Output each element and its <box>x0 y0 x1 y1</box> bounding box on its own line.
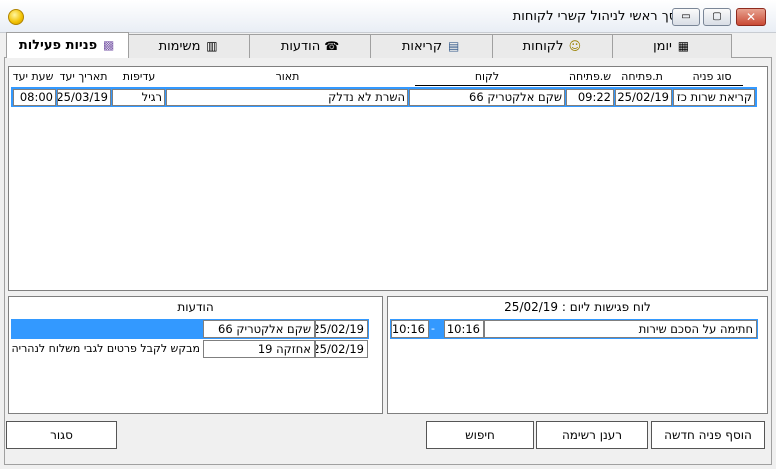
phone-icon: ☎ <box>324 39 340 53</box>
smiley-icon: ☺ <box>568 39 582 53</box>
tab-customers[interactable]: ☺ לקוחות <box>492 34 613 58</box>
tab-tasks[interactable]: ▥ משימות <box>128 34 250 58</box>
meetings-title: לוח פגישות ליום : 25/02/19 <box>504 300 651 314</box>
column-header[interactable]: ת.פתיחה <box>615 69 669 85</box>
column-header[interactable]: עדיפות <box>112 69 166 85</box>
search-button[interactable]: חיפוש <box>426 421 534 449</box>
requests-icon: ▩ <box>103 38 115 52</box>
meetings-pane: לוח פגישות ליום : 25/02/19 חתימה על הסכם… <box>387 296 768 414</box>
tab-label: יומן <box>653 39 672 54</box>
header-divider <box>415 85 743 86</box>
column-header[interactable]: ש.פתיחה <box>565 69 615 85</box>
tab-label: קריאות <box>401 39 443 54</box>
tab-label: משימות <box>158 39 201 54</box>
tab-messages[interactable]: ☎ הודעות <box>249 34 371 58</box>
tab-active-requests[interactable]: ▩ פניות פעילות <box>6 32 129 58</box>
meeting-subject-cell[interactable]: חתימה על הסכם שירות <box>484 320 757 338</box>
maximize-icon: ▢ <box>712 11 722 22</box>
call-icon: ▤ <box>447 39 460 53</box>
column-header[interactable]: תאריך יעד <box>55 69 112 85</box>
minimize-icon: ▭ <box>681 11 691 22</box>
open-date-cell[interactable]: 25/02/19 <box>615 89 672 106</box>
calendar-icon: ▦ <box>677 39 690 53</box>
title-bar: מסך ראשי לניהול קשרי לקוחות ▭ ▢ ✕ <box>0 0 776 33</box>
target-time-cell[interactable]: 08:00 <box>13 89 56 106</box>
column-header[interactable]: סוג פניה <box>669 69 755 85</box>
tab-label: הודעות <box>280 39 321 54</box>
message-customer-cell[interactable]: אחזקה 19 <box>203 340 315 358</box>
column-header[interactable]: לקוח <box>409 69 565 85</box>
message-customer-cell[interactable]: שקם אלקטריק 66 <box>203 320 315 338</box>
tasks-icon: ▥ <box>206 39 218 53</box>
open-time-cell[interactable]: 09:22 <box>566 89 614 106</box>
meeting-to-cell[interactable]: 10:16 <box>391 320 429 338</box>
minimize-button[interactable]: ▭ <box>672 8 700 26</box>
maximize-button[interactable]: ▢ <box>703 8 731 26</box>
messages-title: הודעות <box>177 300 214 314</box>
customer-cell[interactable]: שקם אלקטריק 66 <box>409 89 565 106</box>
target-date-cell[interactable]: 25/03/19 <box>57 89 111 106</box>
close-button[interactable]: סגור <box>6 421 117 449</box>
meeting-from-cell[interactable]: 10:16 <box>444 320 484 338</box>
refresh-list-button[interactable]: רענן רשימה <box>536 421 648 449</box>
column-header[interactable]: שעת יעד <box>11 69 55 85</box>
tab-label: לקוחות <box>522 39 564 54</box>
request-type-cell[interactable]: קריאת שרות כז <box>673 89 755 106</box>
app-icon <box>8 9 24 25</box>
add-request-button[interactable]: הוסף פניה חדשה <box>651 421 765 449</box>
message-text[interactable]: מבקש לקבל פרטים לגבי משלוח לנהריה <box>11 342 200 355</box>
close-icon: ✕ <box>745 10 757 24</box>
messages-pane: הודעות 25/02/19 שקם אלקטריק 66 25/02/19 … <box>8 296 383 414</box>
message-date-cell[interactable]: 25/02/19 <box>315 340 368 358</box>
window-title: מסך ראשי לניהול קשרי לקוחות <box>512 9 686 24</box>
tab-calendar[interactable]: ▦ יומן <box>612 34 732 58</box>
tab-label: פניות פעילות <box>18 38 98 53</box>
priority-cell[interactable]: רגיל <box>112 89 165 106</box>
close-window-button[interactable]: ✕ <box>736 8 766 26</box>
description-cell[interactable]: השרת לא נדלק <box>166 89 408 106</box>
tab-bar: ▦ יומן ☺ לקוחות ▤ קריאות ☎ הודעות ▥ משימ… <box>4 32 772 58</box>
column-header[interactable]: תאור <box>166 69 409 85</box>
tab-calls[interactable]: ▤ קריאות <box>370 34 493 58</box>
time-separator: - <box>431 322 435 335</box>
requests-table: סוג פניה ת.פתיחה ש.פתיחה לקוח תאור עדיפו… <box>8 66 768 291</box>
message-date-cell[interactable]: 25/02/19 <box>315 320 368 338</box>
